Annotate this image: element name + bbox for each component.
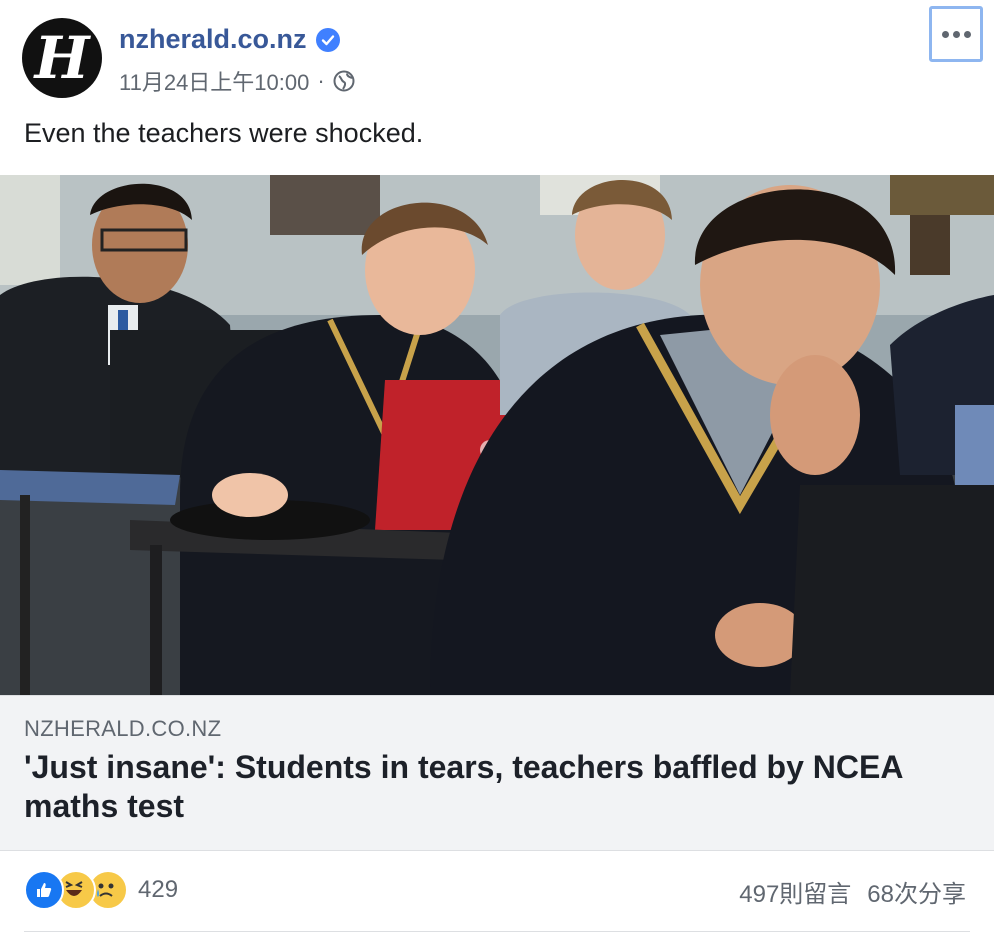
reaction-count: 429	[138, 876, 179, 903]
post-text: Even the teachers were shocked.	[24, 118, 424, 148]
page-name-link[interactable]: nzherald.co.nz	[119, 24, 340, 55]
students-classroom-photo	[0, 175, 994, 695]
comments-count-link[interactable]: 497則留言	[739, 874, 851, 909]
footer-divider	[24, 931, 970, 932]
facebook-post: H nzherald.co.nz 11月24日上午10:00 · Even th…	[0, 0, 994, 938]
link-domain: NZHERALD.CO.NZ	[24, 716, 222, 741]
post-meta: 11月24日上午10:00 ·	[119, 65, 355, 97]
page-avatar[interactable]: H	[22, 18, 102, 98]
globe-icon[interactable]	[333, 70, 355, 92]
like-icon	[24, 870, 64, 910]
meta-separator: ·	[317, 68, 325, 93]
link-preview-image[interactable]	[0, 175, 994, 695]
verified-badge-icon	[315, 27, 340, 52]
shares-count-link[interactable]: 68次分享	[867, 874, 966, 909]
post-timestamp[interactable]: 11月24日上午10:00	[119, 65, 309, 97]
engagement-stats: 497則留言 68次分享	[739, 874, 966, 909]
link-preview-info[interactable]: NZHERALD.CO.NZ 'Just insane': Students i…	[0, 695, 994, 851]
more-options-icon	[941, 30, 971, 38]
reactions-summary[interactable]: 429	[24, 870, 178, 910]
page-name-text: nzherald.co.nz	[119, 24, 307, 54]
herald-logo-icon: H	[34, 24, 90, 92]
more-options-button[interactable]	[929, 6, 983, 62]
link-title: 'Just insane': Students in tears, teache…	[24, 749, 903, 824]
